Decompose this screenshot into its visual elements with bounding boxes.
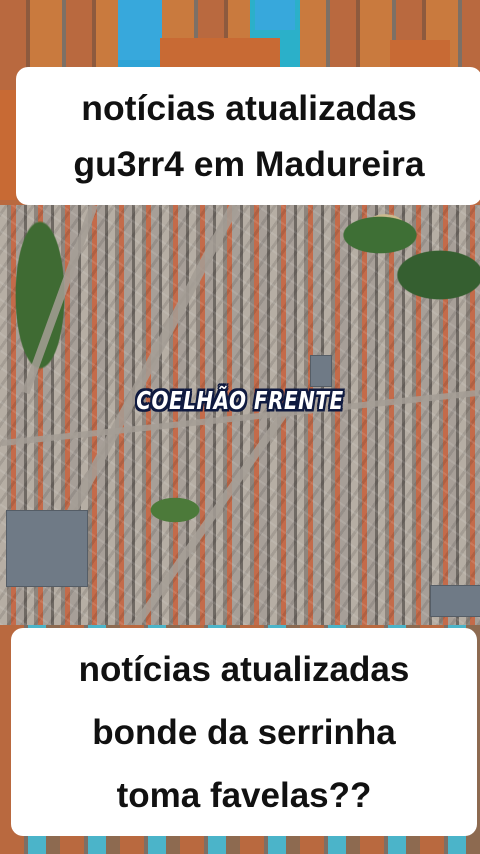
headline-caption-bottom: notícias atualizadas bonde da serrinha t…: [11, 628, 477, 836]
headline-caption-top: notícias atualizadas gu3rr4 em Madureira: [16, 67, 480, 205]
headline-top-line-2: gu3rr4 em Madureira: [73, 144, 425, 184]
background-photo-aerial: [0, 202, 480, 634]
headline-bottom-line-3: toma favelas??: [116, 775, 372, 815]
headline-bottom-line-2: bonde da serrinha: [92, 712, 396, 752]
channel-watermark: COELHÃO FRENTE: [136, 385, 344, 415]
headline-bottom-line-1: notícias atualizadas: [78, 649, 410, 689]
headline-top-line-1: notícias atualizadas: [81, 88, 417, 128]
